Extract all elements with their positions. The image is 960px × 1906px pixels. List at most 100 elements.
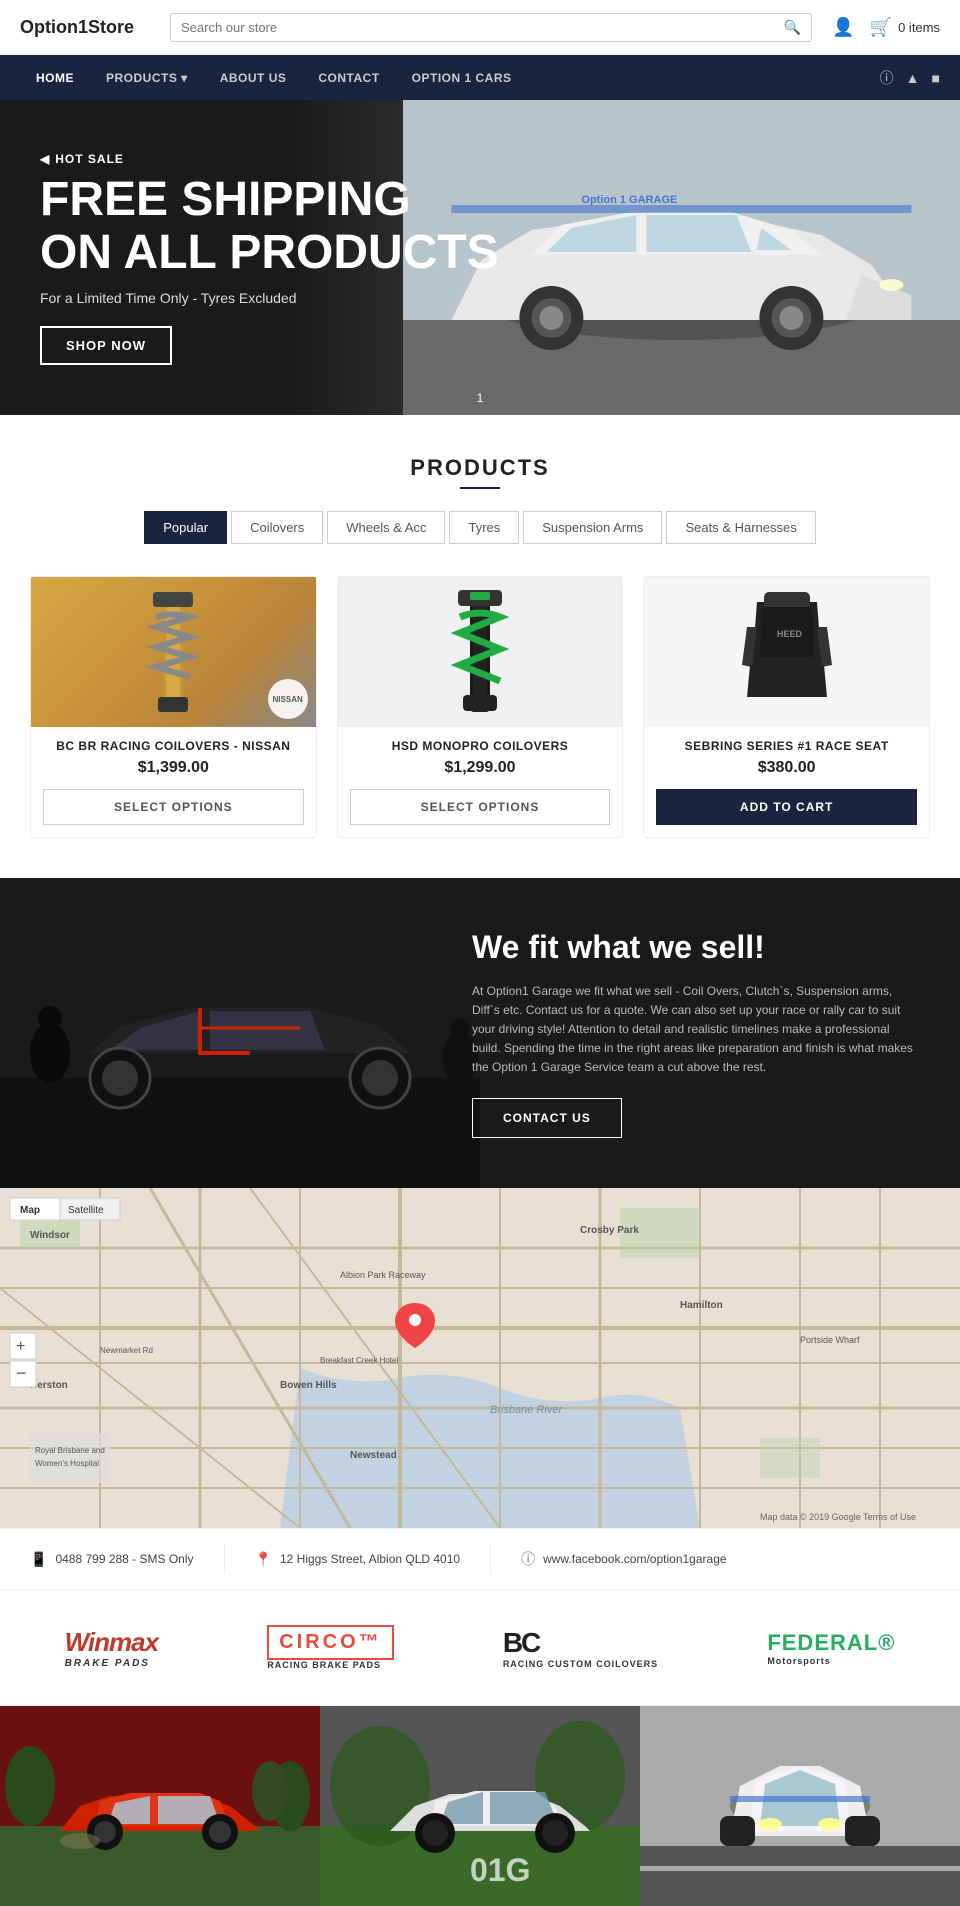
product-price: $380.00: [656, 759, 917, 777]
tab-tyres[interactable]: Tyres: [449, 511, 519, 544]
nav-item-option1cars[interactable]: OPTION 1 CARS: [396, 55, 528, 100]
hero-title-line2: ON ALL PRODUCTS: [40, 227, 499, 280]
hero-subtitle: For a Limited Time Only - Tyres Excluded: [40, 290, 499, 306]
facebook-icon: ⓘ: [521, 1549, 535, 1569]
facebook-url: www.facebook.com/option1garage: [543, 1552, 726, 1566]
tab-suspension-arms[interactable]: Suspension Arms: [523, 511, 662, 544]
nav-item-products[interactable]: PRODUCTS ▾: [90, 55, 204, 100]
fit-section: We fit what we sell! At Option1 Garage w…: [0, 878, 960, 1188]
nav-item-contact[interactable]: CONTACT: [302, 55, 395, 100]
contact-facebook: ⓘ www.facebook.com/option1garage: [521, 1549, 726, 1569]
fit-content: We fit what we sell! At Option1 Garage w…: [432, 898, 960, 1167]
tab-wheels[interactable]: Wheels & Acc: [327, 511, 445, 544]
brand-winmax: Winmax BRAKE PADS: [55, 1622, 168, 1674]
product-grid: NISSAN BC BR RACING COILOVERS - NISSAN $…: [30, 576, 930, 838]
cart-icon: 🛒: [870, 17, 892, 38]
product-price: $1,299.00: [350, 759, 611, 777]
contact-separator-2: [490, 1544, 491, 1574]
svg-text:HEED: HEED: [777, 629, 803, 639]
location-icon: 📍: [255, 1551, 272, 1568]
product-tabs: Popular Coilovers Wheels & Acc Tyres Sus…: [20, 509, 940, 546]
contact-bar: 📱 0488 799 288 - SMS Only 📍 12 Higgs Str…: [0, 1528, 960, 1590]
product-name: SEBRING SERIES #1 RACE SEAT: [656, 739, 917, 753]
header-icons: 👤 🛒 0 items: [832, 17, 940, 38]
svg-text:Newmarket Rd: Newmarket Rd: [100, 1346, 153, 1355]
logo[interactable]: Option1Store: [20, 17, 150, 38]
svg-text:Royal Brisbane and: Royal Brisbane and: [35, 1446, 105, 1455]
svg-text:Map data © 2019 Google Terms: Map data © 2019 Google Terms of Use: [760, 1512, 916, 1522]
section-divider: [460, 487, 500, 489]
twitter-icon[interactable]: ▲: [906, 70, 920, 86]
hot-sale-badge: ◀ HOT SALE: [40, 152, 124, 166]
product-card: HEED SEBRING SERIES #1 RACE SEAT $380.00…: [643, 576, 930, 838]
svg-text:Crosby Park: Crosby Park: [580, 1225, 639, 1236]
search-bar: 🔍: [170, 13, 812, 42]
user-icon[interactable]: 👤: [832, 17, 854, 38]
product-image: HEED: [644, 577, 929, 727]
products-title: PRODUCTS: [20, 455, 940, 481]
fit-image: [0, 878, 480, 1188]
phone-number: 0488 799 288 - SMS Only: [55, 1552, 193, 1566]
hero-banner: Option 1 GARAGE ◀ HOT SALE FREE SHIPPING…: [0, 100, 960, 415]
product-name: HSD MONOPRO COILOVERS: [350, 739, 611, 753]
brands-section: Winmax BRAKE PADS CIRCO™ RACING BRAKE PA…: [0, 1590, 960, 1706]
hero-cta-button[interactable]: SHOP NOW: [40, 326, 172, 365]
contact-address: 📍 12 Higgs Street, Albion QLD 4010: [255, 1551, 461, 1568]
hero-content: ◀ HOT SALE FREE SHIPPING ON ALL PRODUCTS…: [0, 120, 539, 395]
contact-us-button[interactable]: CONTACT US: [472, 1098, 622, 1138]
svg-text:01G: 01G: [470, 1852, 530, 1888]
brand-federal: FEDERAL® Motorsports: [757, 1625, 905, 1671]
product-brand-badge: NISSAN: [268, 679, 308, 719]
product-info: SEBRING SERIES #1 RACE SEAT $380.00 ADD …: [644, 727, 929, 837]
product-image: [338, 577, 623, 727]
instagram-icon[interactable]: ■: [932, 70, 940, 86]
tab-coilovers[interactable]: Coilovers: [231, 511, 323, 544]
svg-text:Brisbane River: Brisbane River: [490, 1404, 563, 1416]
fit-text: At Option1 Garage we fit what we sell - …: [472, 982, 920, 1078]
svg-text:Windsor: Windsor: [30, 1230, 70, 1241]
svg-text:Newstead: Newstead: [350, 1450, 397, 1461]
add-to-cart-button[interactable]: ADD TO CART: [656, 789, 917, 825]
hot-sale-text: HOT SALE: [55, 152, 124, 166]
svg-text:Map: Map: [20, 1205, 40, 1216]
svg-text:Albion Park Raceway: Albion Park Raceway: [340, 1270, 426, 1280]
select-options-button-2[interactable]: SELECT OPTIONS: [350, 789, 611, 825]
address-text: 12 Higgs Street, Albion QLD 4010: [280, 1552, 460, 1566]
header: Option1Store 🔍 👤 🛒 0 items: [0, 0, 960, 55]
nav-item-about[interactable]: ABOUT US: [204, 55, 303, 100]
product-image: NISSAN: [31, 577, 316, 727]
svg-text:−: −: [16, 1363, 27, 1383]
svg-text:Portside Wharf: Portside Wharf: [800, 1335, 860, 1345]
product-name: BC BR RACING COILOVERS - NISSAN: [43, 739, 304, 753]
tab-popular[interactable]: Popular: [144, 511, 227, 544]
fit-title: We fit what we sell!: [472, 928, 920, 966]
svg-text:Satellite: Satellite: [68, 1205, 104, 1216]
contact-phone: 📱 0488 799 288 - SMS Only: [30, 1551, 194, 1568]
facebook-icon[interactable]: ⓘ: [880, 68, 894, 88]
gallery-item-1: [0, 1706, 320, 1906]
nav-social: ⓘ ▲ ■: [880, 68, 940, 88]
tab-seats-harnesses[interactable]: Seats & Harnesses: [666, 511, 815, 544]
svg-text:Breakfast Creek Hotel: Breakfast Creek Hotel: [320, 1356, 398, 1365]
phone-icon: 📱: [30, 1551, 47, 1568]
select-options-button[interactable]: SELECT OPTIONS: [43, 789, 304, 825]
hero-title: FREE SHIPPING ON ALL PRODUCTS: [40, 174, 499, 280]
product-card: NISSAN BC BR RACING COILOVERS - NISSAN $…: [30, 576, 317, 838]
brand-circo: CIRCO™ RACING BRAKE PADS: [257, 1620, 403, 1675]
map-visual: Windsor Crosby Park Hamilton Albion Park…: [0, 1188, 960, 1528]
product-price: $1,399.00: [43, 759, 304, 777]
product-info: HSD MONOPRO COILOVERS $1,299.00 SELECT O…: [338, 727, 623, 837]
main-nav: HOME PRODUCTS ▾ ABOUT US CONTACT OPTION …: [0, 55, 960, 100]
cart-area[interactable]: 🛒 0 items: [870, 17, 940, 38]
cart-count: 0 items: [898, 20, 940, 35]
gallery-item-2: 01G: [320, 1706, 640, 1906]
search-input[interactable]: [181, 20, 784, 35]
svg-text:Option 1 GARAGE: Option 1 GARAGE: [582, 194, 678, 206]
svg-text:Women's Hospital: Women's Hospital: [35, 1459, 99, 1468]
product-info: BC BR RACING COILOVERS - NISSAN $1,399.0…: [31, 727, 316, 837]
svg-text:Bowen Hills: Bowen Hills: [280, 1380, 337, 1391]
nav-item-home[interactable]: HOME: [20, 55, 90, 100]
contact-separator: [224, 1544, 225, 1574]
svg-text:Hamilton: Hamilton: [680, 1300, 723, 1311]
arrow-left-icon: ◀: [40, 152, 50, 166]
